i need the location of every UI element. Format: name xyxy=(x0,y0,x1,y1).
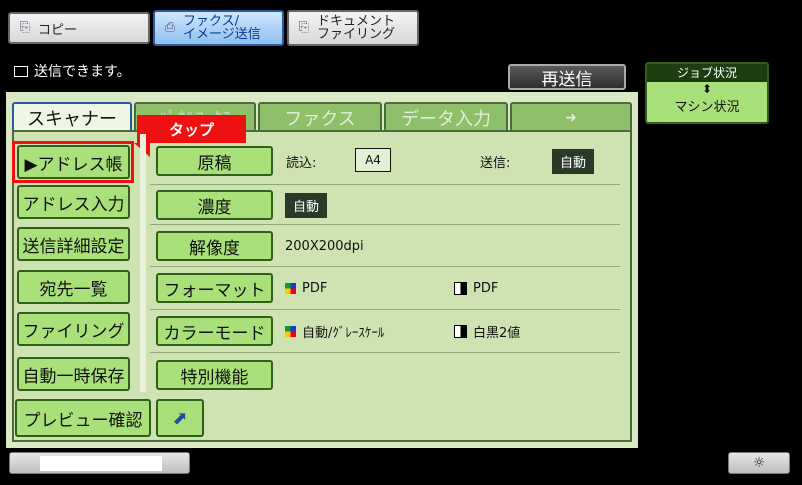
format-button[interactable]: フォーマット xyxy=(156,273,273,303)
original-read-value: A4 xyxy=(355,148,391,172)
resolution-value: 200X200dpi xyxy=(285,238,364,254)
original-button[interactable]: 原稿 xyxy=(156,146,273,176)
tab-scanner-label: スキャナー xyxy=(27,109,117,130)
fax-image-send-mode-tab[interactable]: ⎙ ファクス/ イメージ送信 xyxy=(153,10,284,46)
send-detail-label: 送信詳細設定 xyxy=(22,236,125,257)
tap-highlight-box xyxy=(12,141,134,183)
destination-list-button[interactable]: 宛先一覧 xyxy=(17,270,130,304)
copy-icon: ⎘ xyxy=(19,20,31,35)
copy-mode-tab[interactable]: ⎘ コピー xyxy=(8,12,150,44)
job-status-header: ジョブ状況 xyxy=(647,64,767,82)
document-filing-mode-tab[interactable]: ⎘ ドキュメント ファイリング xyxy=(287,10,419,46)
format-bw-value: PDF xyxy=(454,277,498,299)
arrow-right-icon: ➜ xyxy=(565,110,577,126)
density-label: 濃度 xyxy=(197,197,232,218)
brightness-icon: ☼ xyxy=(752,455,766,471)
document-filing-icon: ⎘ xyxy=(298,20,310,35)
bw-squares-icon xyxy=(454,324,467,338)
address-entry-label: アドレス入力 xyxy=(22,194,125,215)
bw-squares-icon xyxy=(454,281,467,295)
resend-label: 再送信 xyxy=(541,69,593,90)
edit-arrow-icon: ⬈ xyxy=(172,407,188,429)
auto-temp-save-button[interactable]: 自動一時保存 xyxy=(17,357,130,391)
resolution-button[interactable]: 解像度 xyxy=(156,231,273,261)
auto-temp-save-label: 自動一時保存 xyxy=(22,366,125,387)
color-mode-bw-value: 白黒2値 xyxy=(454,320,520,342)
address-entry-button[interactable]: アドレス入力 xyxy=(17,185,130,219)
filing-label: ファイリング xyxy=(22,321,125,342)
scroll-thumb[interactable] xyxy=(40,456,162,471)
tab-fax[interactable]: ファクス xyxy=(258,102,382,132)
tab-data-input-label: データ入力 xyxy=(401,109,491,130)
color-mode-label: カラーモード xyxy=(163,323,266,344)
job-status-label: ジョブ状況 xyxy=(676,66,737,80)
edit-icon-button[interactable]: ⬈ xyxy=(156,399,204,437)
color-squares-icon xyxy=(285,325,296,337)
filing-button[interactable]: ファイリング xyxy=(17,312,130,346)
row-divider xyxy=(150,352,620,353)
bottom-scroll-bar[interactable] xyxy=(9,452,190,474)
tap-callout-label: タップ xyxy=(168,120,214,139)
color-mode-button[interactable]: カラーモード xyxy=(156,316,273,346)
original-send-value: 自動 xyxy=(552,149,595,174)
tab-scanner[interactable]: スキャナー xyxy=(12,102,132,132)
row-divider xyxy=(150,224,620,225)
settings-divider-vertical xyxy=(140,134,146,392)
status-message: 送信できます。 xyxy=(34,64,131,80)
special-features-label: 特別機能 xyxy=(180,367,249,388)
density-value: 自動 xyxy=(285,193,328,218)
resend-button[interactable]: 再送信 xyxy=(508,64,626,90)
row-divider xyxy=(150,266,620,267)
job-status-panel[interactable]: ジョブ状況 ⬍ マシン状況 xyxy=(645,62,769,124)
original-label: 原稿 xyxy=(197,153,232,174)
original-send-label: 送信: xyxy=(480,155,511,171)
preview-check-label: プレビュー確認 xyxy=(23,410,143,431)
tap-callout: タップ xyxy=(137,115,246,143)
destination-list-label: 宛先一覧 xyxy=(39,279,108,300)
resolution-label: 解像度 xyxy=(189,238,240,259)
status-bar: 送信できます。 xyxy=(14,62,131,80)
tab-fax-label: ファクス xyxy=(284,109,356,130)
tab-data-input[interactable]: データ入力 xyxy=(384,102,508,132)
toggle-arrows-icon: ⬍ xyxy=(701,82,713,96)
tab-more[interactable]: ➜ xyxy=(510,102,632,132)
color-mode-color-value: 自動/ｸﾞﾚｰｽｹｰﾙ xyxy=(285,320,384,342)
color-squares-icon xyxy=(285,282,296,294)
density-button[interactable]: 濃度 xyxy=(156,190,273,220)
machine-status-label: マシン状況 xyxy=(674,100,740,115)
copy-mode-label: コピー xyxy=(38,22,78,38)
doc-mode-label-line2: ファイリング xyxy=(317,27,396,42)
format-color-value: PDF xyxy=(285,277,327,299)
brightness-button[interactable]: ☼ xyxy=(728,452,790,474)
preview-check-button[interactable]: プレビュー確認 xyxy=(15,399,151,437)
fax-mode-label-line2: イメージ送信 xyxy=(183,27,261,42)
fax-scan-icon: ⎙ xyxy=(164,20,176,35)
row-divider xyxy=(150,309,620,310)
format-label: フォーマット xyxy=(163,280,266,301)
send-detail-settings-button[interactable]: 送信詳細設定 xyxy=(17,227,130,261)
envelope-icon xyxy=(14,65,28,77)
special-features-button[interactable]: 特別機能 xyxy=(156,360,273,390)
original-read-label: 読込: xyxy=(286,155,317,171)
row-divider xyxy=(150,184,620,185)
